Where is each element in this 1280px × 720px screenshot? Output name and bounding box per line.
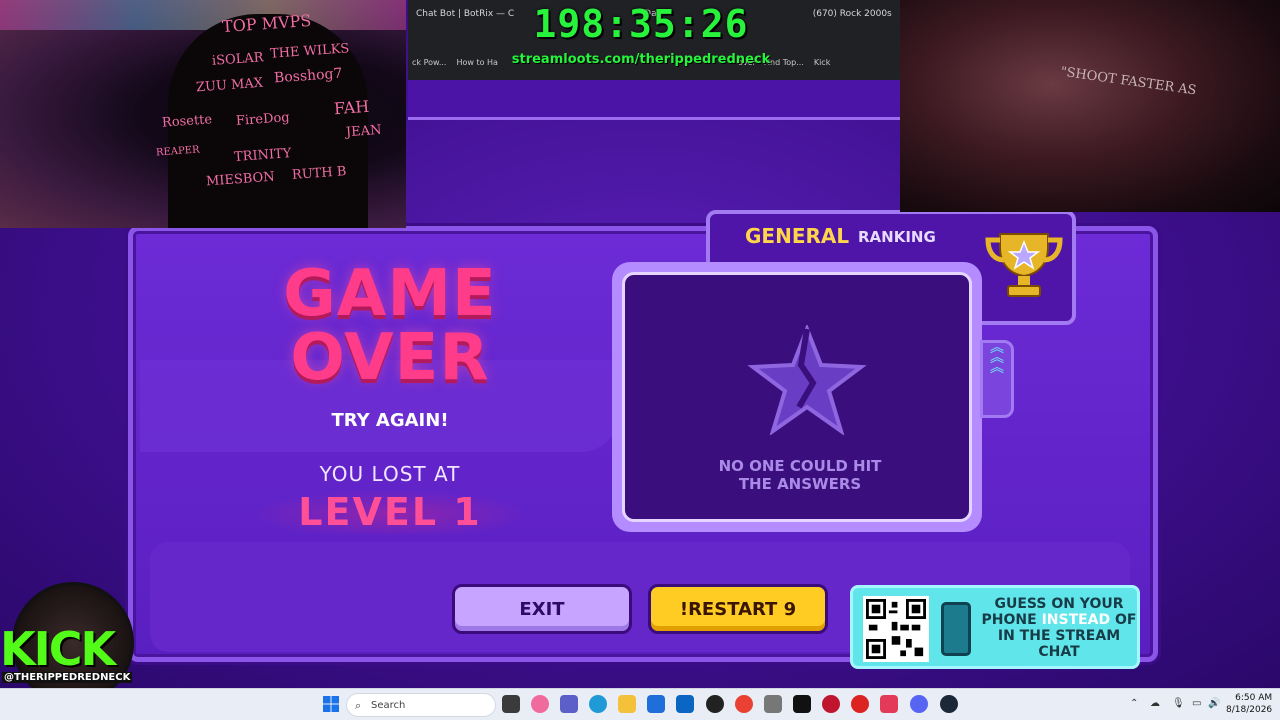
game-top-bar <box>408 80 900 120</box>
kick-wordmark: KICK <box>0 622 116 676</box>
no-one-line1: NO ONE COULD HIT <box>718 457 882 475</box>
store-icon[interactable] <box>647 695 665 713</box>
chevron-up-icon: ︽ <box>990 360 1004 376</box>
task-view-icon[interactable] <box>502 695 520 713</box>
cloud-icon[interactable]: ☁ <box>1150 698 1160 709</box>
microphone-icon[interactable]: 🎙 <box>1172 698 1185 709</box>
discord-icon[interactable] <box>910 695 928 713</box>
windows-start-icon[interactable] <box>322 695 340 713</box>
game-over-title: GAME OVER <box>250 262 530 390</box>
kick-handle: @THERIPPEDREDNECK <box>2 672 133 683</box>
webcam-right: "SHOOT FASTER AS <box>900 0 1280 212</box>
poster-text: "SHOOT FASTER AS <box>1059 64 1198 99</box>
phone-icon <box>941 602 971 656</box>
speaker-icon[interactable]: 🔊 <box>1208 698 1220 709</box>
qr-code-icon <box>863 596 929 662</box>
signature: FAH <box>333 96 370 119</box>
outlook-icon[interactable] <box>676 695 694 713</box>
led-lights <box>0 0 406 30</box>
display-icon[interactable]: ▭ <box>1192 698 1201 709</box>
audio-app-icon[interactable] <box>880 695 898 713</box>
gta-icon[interactable] <box>851 695 869 713</box>
file-explorer-icon[interactable] <box>618 695 636 713</box>
exit-button[interactable]: EXIT <box>452 584 632 634</box>
taskbar-clock[interactable]: 6:50 AM 8/18/2026 <box>1226 692 1272 716</box>
bookmark[interactable]: ck Pow... <box>412 58 446 76</box>
no-one-line2: THE ANSWERS <box>738 475 862 493</box>
ranking-side-tab[interactable]: ︽ ︽ ︽ <box>980 340 1014 418</box>
no-one-message: NO ONE COULD HIT THE ANSWERS <box>685 457 915 493</box>
trophy-icon <box>985 233 1063 297</box>
webcam-left: TOP MVPS iSOLAR THE WILKS ZUU MAX Bossho… <box>0 0 406 228</box>
ranking-list: NO ONE COULD HIT THE ANSWERS <box>622 272 972 522</box>
record-icon[interactable] <box>822 695 840 713</box>
ranking-card: NO ONE COULD HIT THE ANSWERS <box>612 262 982 532</box>
broken-star-icon <box>747 325 867 435</box>
game-over-line2: OVER <box>290 321 490 395</box>
app-icon[interactable] <box>764 695 782 713</box>
signature: JEAN <box>345 122 382 141</box>
qr-promo-text: GUESS ON YOUR PHONE INSTEAD OF IN THE ST… <box>981 596 1137 660</box>
bookmark[interactable]: How to Ha <box>456 58 498 76</box>
qr-text-highlight: INSTEAD <box>1041 612 1111 628</box>
teams-icon[interactable] <box>560 695 578 713</box>
ranking-title: GENERAL <box>745 224 850 248</box>
browser-tab[interactable]: (670) Rock 2000s <box>813 9 892 19</box>
you-lost-text: YOU LOST AT <box>319 462 461 486</box>
game-over-line1: GAME <box>283 257 497 331</box>
stream-timer: 198:35:26 <box>533 2 749 46</box>
restart-button[interactable]: !RESTART 9 <box>648 584 828 634</box>
chrome-icon[interactable] <box>735 695 753 713</box>
level-text: LEVEL 1 <box>250 490 530 534</box>
bookmark[interactable]: Kick <box>814 58 831 76</box>
obs-icon[interactable] <box>706 695 724 713</box>
terminal-icon[interactable] <box>793 695 811 713</box>
ranking-subtitle: RANKING <box>858 228 936 246</box>
search-icon: ⌕ <box>355 699 362 712</box>
steam-icon[interactable] <box>940 695 958 713</box>
search-placeholder: Search <box>371 699 406 711</box>
qr-promo[interactable]: GUESS ON YOUR PHONE INSTEAD OF IN THE ST… <box>850 585 1140 669</box>
copilot-icon[interactable] <box>531 695 549 713</box>
taskbar-search[interactable]: ⌕ Search <box>346 693 496 717</box>
streamloots-link: streamloots.com/therippedredneck <box>511 52 771 67</box>
try-again-text: TRY AGAIN! <box>331 410 449 431</box>
taskbar: ⌕ Search ⌃ ☁ 🎙 ▭ 🔊 6:50 AM 8/18/2026 <box>0 688 1280 720</box>
clock-date: 8/18/2026 <box>1226 705 1273 715</box>
edge-icon[interactable] <box>589 695 607 713</box>
chevron-up-icon[interactable]: ⌃ <box>1130 698 1138 709</box>
clock-time: 6:50 AM <box>1235 693 1273 703</box>
